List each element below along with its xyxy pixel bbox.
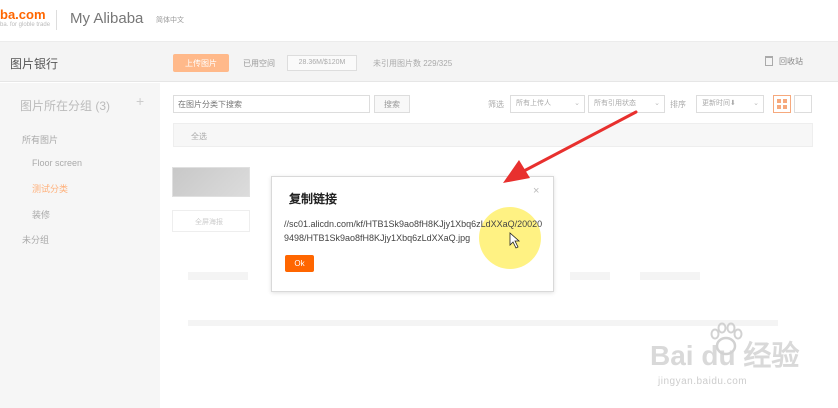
- used-space-label: 已用空间: [243, 59, 275, 68]
- sort-label: 排序: [670, 100, 686, 109]
- chevron-down-icon: ⌄: [654, 100, 660, 107]
- add-group-button[interactable]: +: [136, 93, 144, 109]
- sidebar-item-ungrouped[interactable]: 未分组: [22, 233, 49, 246]
- chevron-down-icon: ⌄: [753, 100, 759, 107]
- placeholder-bar: [640, 272, 700, 280]
- language-switch[interactable]: 简体中文: [156, 15, 184, 25]
- unreferenced-count: 未引用图片数 229/325: [373, 59, 453, 68]
- group-heading: 图片所在分组 (3): [20, 99, 111, 113]
- dialog-title: 复制链接: [289, 192, 338, 206]
- search-input[interactable]: [173, 95, 370, 113]
- watermark-brand: Bai du 经验: [650, 340, 800, 371]
- grid-view-button[interactable]: [773, 95, 791, 113]
- used-space-value: 28.36M/$120M: [287, 55, 357, 71]
- sidebar-item-decoration[interactable]: 装修: [32, 208, 50, 221]
- filter-label: 筛选: [488, 100, 504, 109]
- copy-link-dialog: 复制链接 × //sc01.alicdn.com/kf/HTB1Sk9ao8fH…: [271, 176, 554, 292]
- select-all-row: 全选: [173, 123, 813, 147]
- placeholder-bar: [570, 272, 610, 280]
- recycle-bin-link[interactable]: 回收站: [765, 56, 803, 67]
- thumbnail-caption-card: 全屏海报: [172, 210, 250, 232]
- alibaba-logo[interactable]: ba.com: [0, 8, 46, 21]
- sidebar-item-floor-screen[interactable]: Floor screen: [32, 158, 82, 168]
- thumbnail-label: 全屏海报: [195, 219, 223, 226]
- watermark-url: jingyan.baidu.com: [658, 376, 748, 387]
- list-view-button[interactable]: [794, 95, 812, 113]
- uploader-value: 所有上传人: [516, 100, 551, 107]
- search-button[interactable]: 搜索: [374, 95, 410, 113]
- ref-status-value: 所有引用状态: [594, 100, 636, 107]
- top-header: ba.com ba. for globle trade My Alibaba 简…: [0, 0, 838, 42]
- image-link-text[interactable]: //sc01.alicdn.com/kf/HTB1Sk9ao8fH8KJjy1X…: [284, 217, 544, 245]
- sort-dropdown[interactable]: 更新时间⬇ ⌄: [696, 95, 764, 113]
- select-all-checkbox[interactable]: 全选: [191, 131, 207, 142]
- trash-icon: [765, 56, 773, 66]
- ref-status-dropdown[interactable]: 所有引用状态 ⌄: [588, 95, 665, 113]
- app-title[interactable]: My Alibaba: [70, 10, 143, 27]
- baidu-jingyan-watermark: Bai du 经验 jingyan.baidu.com: [650, 320, 830, 400]
- sidebar-item-test-category[interactable]: 测试分类: [32, 182, 68, 195]
- upload-image-button[interactable]: 上传图片: [173, 54, 229, 72]
- close-icon[interactable]: ×: [533, 185, 539, 197]
- sidebar-item-all[interactable]: 所有图片: [22, 133, 58, 146]
- chevron-down-icon: ⌄: [574, 100, 580, 107]
- uploader-dropdown[interactable]: 所有上传人 ⌄: [510, 95, 585, 113]
- grid-icon: [777, 99, 787, 109]
- recycle-bin-label: 回收站: [779, 57, 803, 66]
- page-title: 图片银行: [10, 57, 59, 71]
- sidebar: 图片所在分组 (3) + 所有图片 Floor screen 测试分类 装修 未…: [0, 83, 160, 408]
- toolbar: 图片银行 上传图片 已用空间 28.36M/$120M 未引用图片数 229/3…: [0, 42, 838, 82]
- image-thumbnail[interactable]: [172, 167, 250, 197]
- logo-tagline: ba. for globle trade: [0, 22, 51, 28]
- sort-value: 更新时间⬇: [702, 100, 736, 107]
- ok-button[interactable]: Ok: [285, 255, 314, 272]
- placeholder-bar: [188, 272, 248, 280]
- header-divider: [56, 10, 57, 30]
